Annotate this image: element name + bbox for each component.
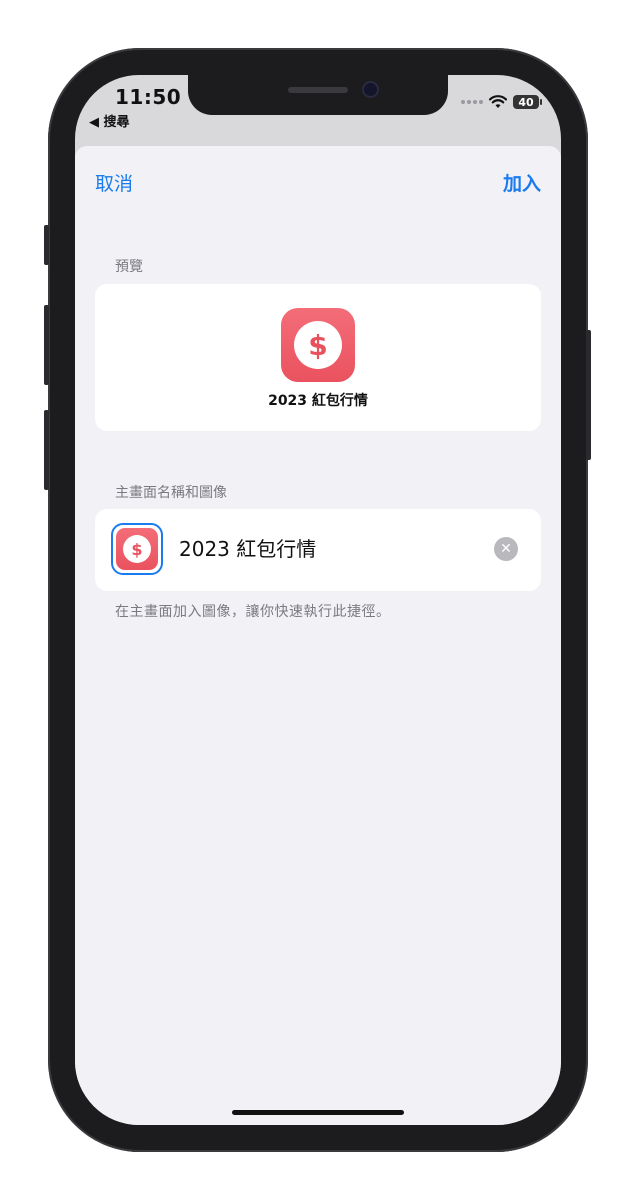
battery-icon: 40: [513, 95, 542, 109]
status-indicators: 40: [461, 95, 542, 109]
preview-app-icon: $: [281, 308, 355, 382]
speaker: [288, 87, 348, 93]
selected-app-icon: $: [116, 528, 158, 570]
volume-up-button: [44, 305, 49, 385]
dollar-icon: $: [294, 321, 342, 369]
front-camera: [364, 83, 377, 96]
name-and-icon-card: $ ✕: [95, 509, 541, 591]
preview-card: $ 2023 紅包行情: [95, 284, 541, 431]
preview-section-label: 預覽: [115, 259, 143, 275]
add-to-home-sheet: 取消 加入 預覽 $ 2023 紅包行情 主畫面名稱和圖像 $ ✕ 在主畫面加入…: [75, 146, 561, 1125]
notch: [188, 75, 448, 115]
signal-icon: [461, 100, 483, 104]
footnote-text: 在主畫面加入圖像，讓你快速執行此捷徑。: [115, 604, 391, 620]
icon-picker-button[interactable]: $: [111, 523, 163, 575]
power-button: [586, 330, 591, 460]
wifi-icon: [489, 95, 507, 108]
cancel-button[interactable]: 取消: [95, 169, 133, 196]
preview-app-name: 2023 紅包行情: [268, 393, 368, 409]
add-button[interactable]: 加入: [503, 169, 541, 196]
back-to-search-link[interactable]: ◀ 搜尋: [89, 111, 130, 130]
clear-text-button[interactable]: ✕: [494, 537, 518, 561]
shortcut-name-input[interactable]: [179, 535, 479, 559]
mute-switch: [44, 225, 49, 265]
status-time: 11:50: [115, 85, 182, 109]
volume-down-button: [44, 410, 49, 490]
home-indicator: [232, 1110, 404, 1115]
home-screen-section-label: 主畫面名稱和圖像: [115, 485, 227, 501]
dollar-icon: $: [123, 535, 151, 563]
phone-screen: 11:50 ◀ 搜尋 40 取消 加入 預覽 $ 2023 紅包行情 主畫面名稱…: [75, 75, 561, 1125]
